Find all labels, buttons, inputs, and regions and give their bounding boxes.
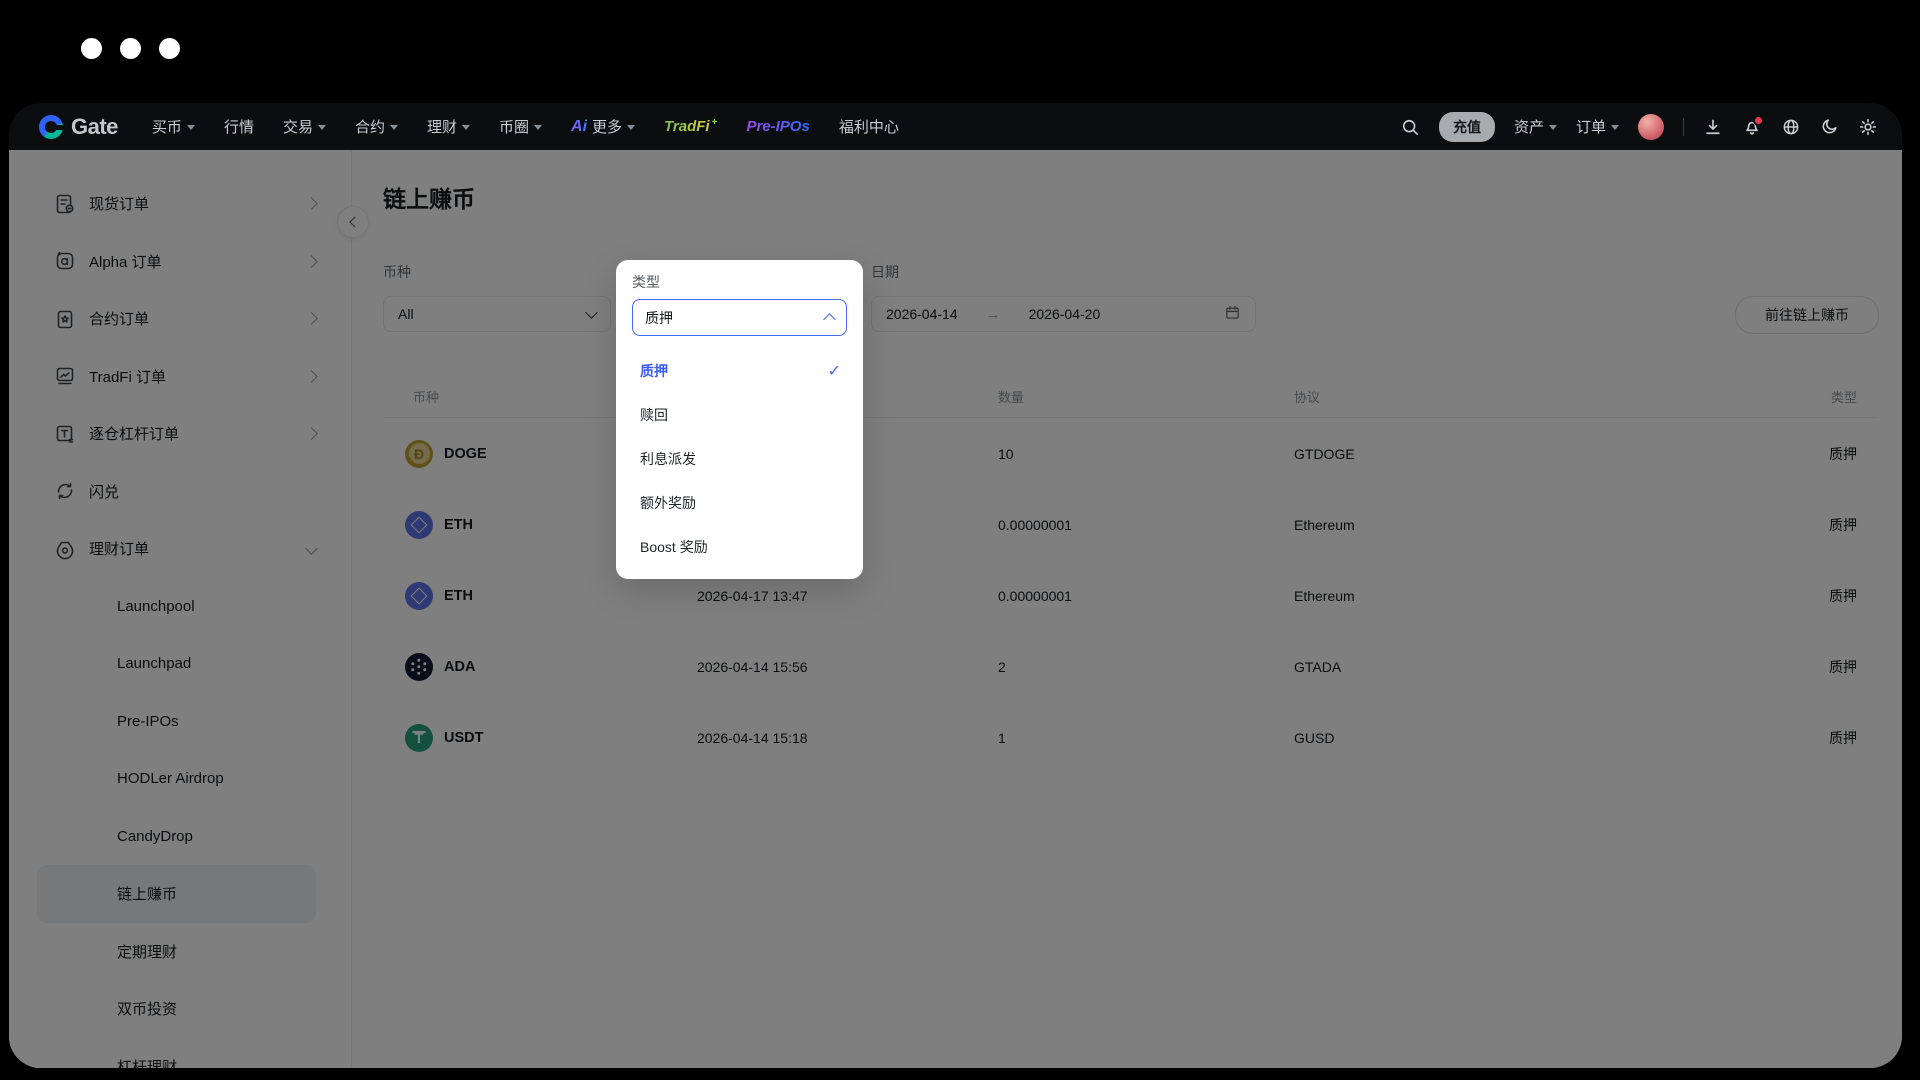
caret-down-icon xyxy=(1549,125,1557,130)
gate-logo-icon xyxy=(39,115,63,139)
chevron-up-icon xyxy=(823,313,836,326)
ai-icon: Ai xyxy=(571,118,587,136)
nav-menu-item[interactable]: Pre-IPOs xyxy=(746,118,809,135)
deposit-button[interactable]: 充值 xyxy=(1439,112,1495,142)
divider xyxy=(1683,118,1684,136)
top-navbar: Gate 买币 行情 交 xyxy=(9,103,1902,150)
traffic-dot[interactable] xyxy=(81,38,102,59)
nav-menu-item[interactable]: Ai 更多 xyxy=(571,116,635,137)
type-option[interactable]: 额外奖励 ✓ xyxy=(632,481,847,525)
caret-down-icon xyxy=(390,125,398,130)
download-app-icon[interactable] xyxy=(1703,117,1723,137)
caret-down-icon xyxy=(187,125,195,130)
nav-menu-item[interactable]: 买币 xyxy=(152,116,195,137)
traffic-dot[interactable] xyxy=(159,38,180,59)
type-option[interactable]: Boost 奖励 ✓ xyxy=(632,525,847,569)
caret-down-icon xyxy=(318,125,326,130)
type-option[interactable]: 利息派发 ✓ xyxy=(632,437,847,481)
assets-menu[interactable]: 资产 xyxy=(1514,116,1557,137)
type-options-list: 质押 ✓ 赎回 ✓ 利息派发 ✓ xyxy=(632,349,847,569)
language-globe-icon[interactable] xyxy=(1781,117,1801,137)
notifications-bell-icon[interactable] xyxy=(1742,117,1762,137)
caret-down-icon xyxy=(1611,125,1619,130)
nav-menu-item[interactable]: 福利中心 xyxy=(839,116,899,137)
nav-menu-item[interactable]: 合约 xyxy=(355,116,398,137)
nav-menu-item[interactable]: 行情 xyxy=(224,116,254,137)
settings-gear-icon[interactable] xyxy=(1858,117,1878,137)
nav-menu-item[interactable]: 币圈 xyxy=(499,116,542,137)
nav-menu-item[interactable]: 理财 xyxy=(427,116,470,137)
caret-down-icon xyxy=(462,125,470,130)
gate-logo[interactable]: Gate xyxy=(39,114,118,140)
page-content: 现货订单 Alpha 订单 xyxy=(9,150,1902,1068)
search-icon[interactable] xyxy=(1400,117,1420,137)
nav-menu: 买币 行情 交易 xyxy=(152,116,899,137)
window-traffic-dots xyxy=(81,38,180,59)
orders-menu[interactable]: 订单 xyxy=(1576,116,1619,137)
nav-menu-item[interactable]: TradFi + xyxy=(664,118,717,135)
navbar-right: 充值 资产 订单 xyxy=(1400,112,1878,142)
caret-down-icon xyxy=(627,125,635,130)
type-filter-dropdown-panel: 类型 质押 质押 ✓ 赎回 ✓ xyxy=(616,260,863,579)
type-option[interactable]: 赎回 ✓ xyxy=(632,393,847,437)
gate-logo-text: Gate xyxy=(71,114,118,140)
type-option[interactable]: 质押 ✓ xyxy=(632,349,847,393)
caret-down-icon xyxy=(534,125,542,130)
notification-dot xyxy=(1753,115,1764,126)
dark-mode-moon-icon[interactable] xyxy=(1820,117,1839,136)
type-filter-label: 类型 xyxy=(632,272,847,292)
user-avatar[interactable] xyxy=(1638,114,1664,140)
app-window: Gate 买币 行情 交 xyxy=(9,103,1902,1068)
traffic-dot[interactable] xyxy=(120,38,141,59)
modal-dim-overlay[interactable] xyxy=(9,150,1902,1068)
type-filter-select[interactable]: 质押 xyxy=(632,299,847,336)
check-icon: ✓ xyxy=(828,361,841,381)
nav-menu-item[interactable]: 交易 xyxy=(283,116,326,137)
